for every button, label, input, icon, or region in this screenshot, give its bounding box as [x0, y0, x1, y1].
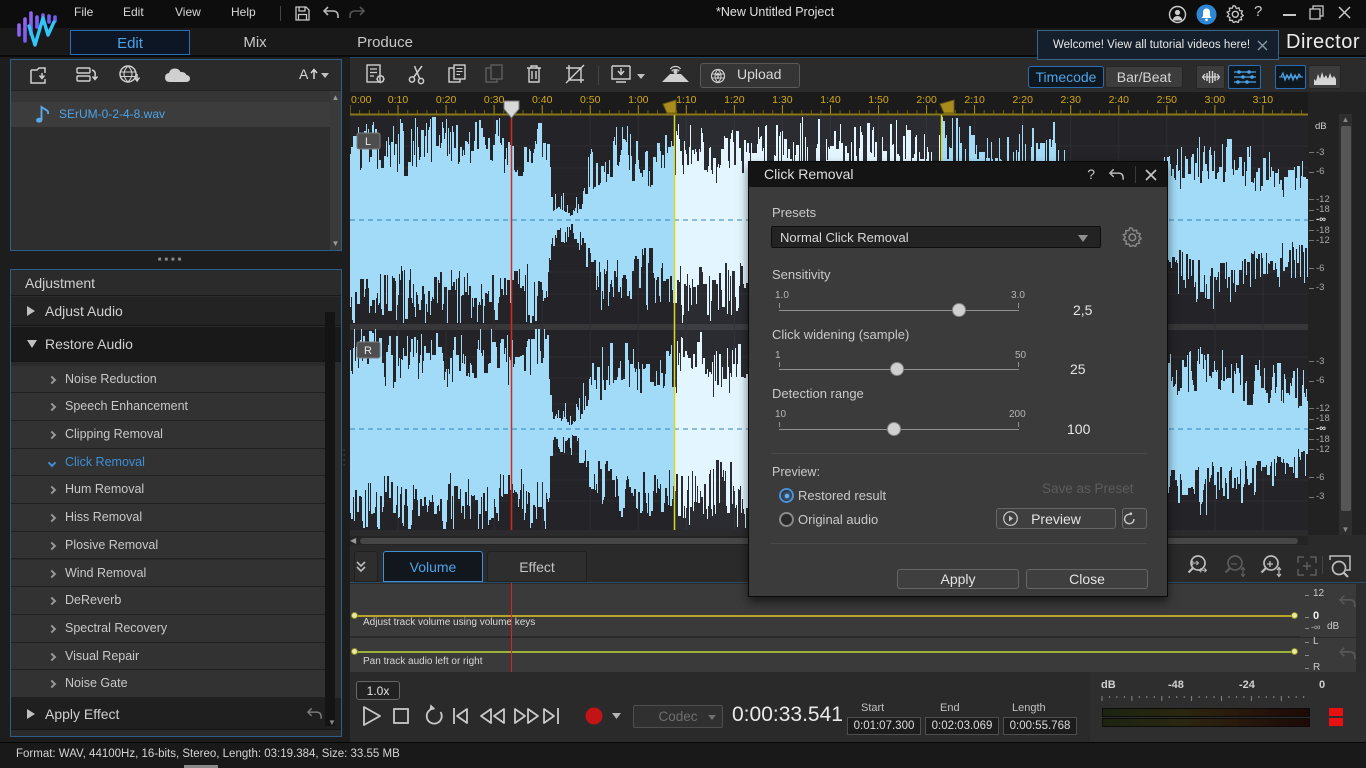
svg-text:2:30: 2:30	[1060, 94, 1081, 106]
svg-text:3:00: 3:00	[1205, 94, 1226, 106]
svg-text:2:40: 2:40	[1109, 94, 1130, 106]
svg-text:2:00: 2:00	[916, 94, 937, 106]
svg-text:R: R	[364, 345, 372, 357]
svg-text:1:30: 1:30	[772, 94, 793, 106]
svg-text:1:40: 1:40	[820, 94, 841, 106]
svg-text:2:10: 2:10	[964, 94, 985, 106]
svg-text:0:50: 0:50	[580, 94, 601, 106]
svg-text:1:50: 1:50	[868, 94, 889, 106]
svg-text:1:20: 1:20	[724, 94, 745, 106]
svg-text:0:10: 0:10	[388, 94, 409, 106]
svg-text:L: L	[365, 136, 371, 148]
svg-text:0:40: 0:40	[532, 94, 553, 106]
svg-text:3:10: 3:10	[1253, 94, 1274, 106]
svg-text:2:20: 2:20	[1012, 94, 1033, 106]
svg-text:0:00: 0:00	[351, 94, 372, 106]
svg-text:1:10: 1:10	[676, 94, 697, 106]
svg-text:0:20: 0:20	[436, 94, 457, 106]
svg-text:0:30: 0:30	[484, 94, 505, 106]
svg-text:2:50: 2:50	[1157, 94, 1178, 106]
svg-text:1:00: 1:00	[628, 94, 649, 106]
